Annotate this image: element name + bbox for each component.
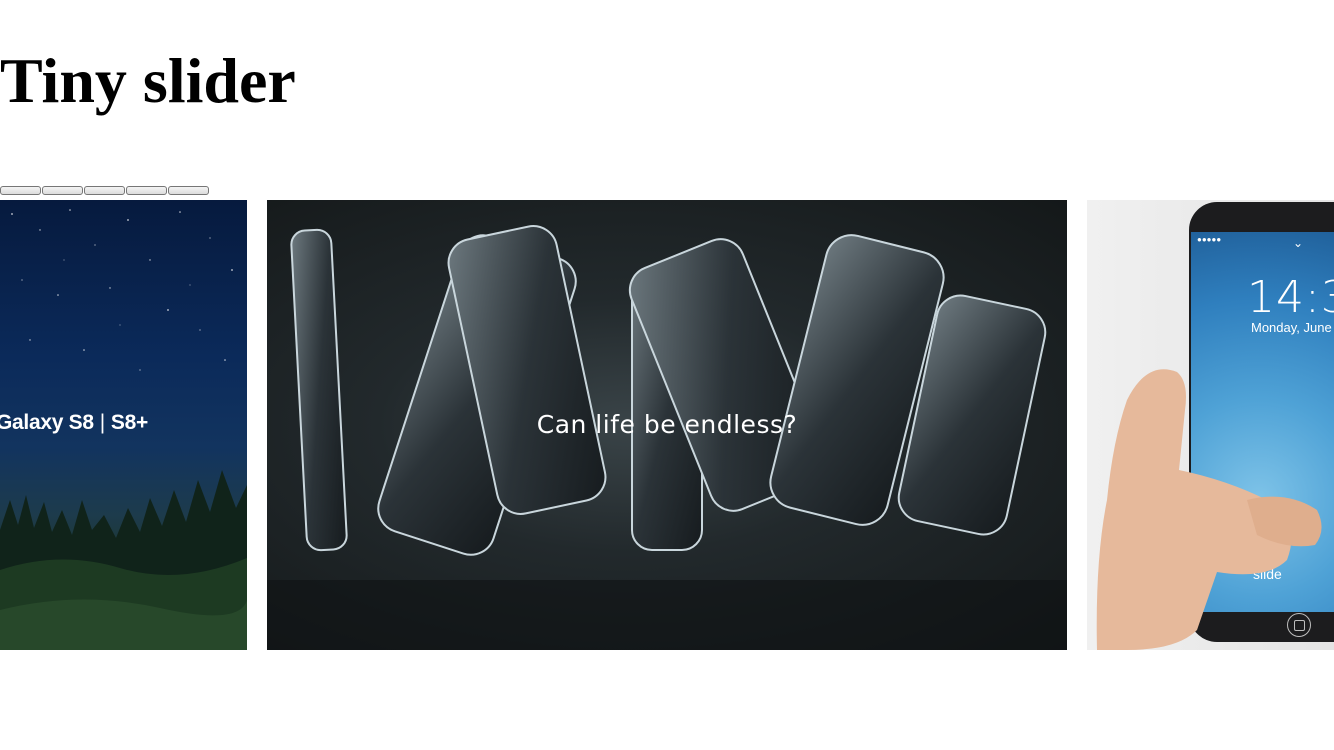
slide-endless-phones[interactable]: Can life be endless? (267, 200, 1067, 650)
slider-nav-button-1[interactable] (0, 186, 41, 195)
starfield-graphic (11, 209, 233, 371)
slide-1-caption: Galaxy S8 | S8+ (0, 411, 148, 435)
forest-graphic (0, 470, 247, 650)
slide-1-caption-separator: | (99, 411, 105, 434)
slider-nav-button-4[interactable] (126, 186, 167, 195)
slider-nav-button-5[interactable] (168, 186, 209, 195)
slide-2-caption: Can life be endless? (536, 410, 798, 439)
slide-1-caption-model: Galaxy S8 (0, 411, 94, 434)
slide-phone-in-hand[interactable]: ●●●●● ⌄ 14:35 Monday, June slide (1087, 200, 1334, 650)
slide-galaxy-s8[interactable]: Galaxy S8 | S8+ (0, 200, 247, 650)
slider-track[interactable]: Galaxy S8 | S8+ Can life be endless? ●●●… (0, 200, 1334, 650)
slider-nav-button-2[interactable] (42, 186, 83, 195)
slider-nav-button-3[interactable] (84, 186, 125, 195)
slide-1-caption-model-plus: S8+ (110, 411, 148, 434)
slider-nav (0, 186, 209, 195)
hand-graphic (1096, 369, 1322, 650)
page-title: Tiny slider (0, 45, 296, 116)
